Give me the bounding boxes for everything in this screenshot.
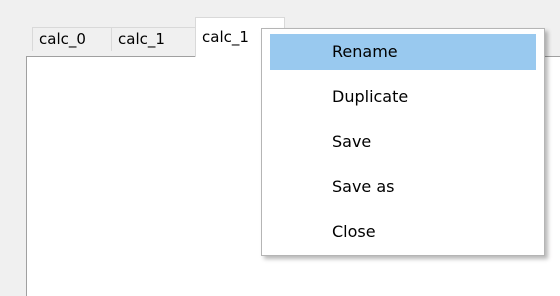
menu-item-label: Save (332, 132, 372, 151)
menu-item-rename[interactable]: Rename (270, 34, 536, 70)
menu-item-save[interactable]: Save (270, 124, 536, 160)
menu-item-label: Rename (332, 42, 398, 61)
context-menu: Rename Duplicate Save Save as Close (261, 28, 545, 256)
tab-label: calc_0 (39, 30, 86, 48)
menu-item-label: Save as (332, 177, 395, 196)
tab-calc-0[interactable]: calc_0 (32, 27, 112, 51)
menu-item-save-as[interactable]: Save as (270, 169, 536, 205)
menu-item-label: Duplicate (332, 87, 409, 106)
menu-item-close[interactable]: Close (270, 214, 536, 250)
tab-calc-1[interactable]: calc_1 (111, 27, 196, 51)
menu-item-label: Close (332, 222, 376, 241)
tab-label: calc_1 (118, 30, 165, 48)
menu-item-duplicate[interactable]: Duplicate (270, 79, 536, 115)
tab-label: calc_1 (202, 28, 249, 46)
